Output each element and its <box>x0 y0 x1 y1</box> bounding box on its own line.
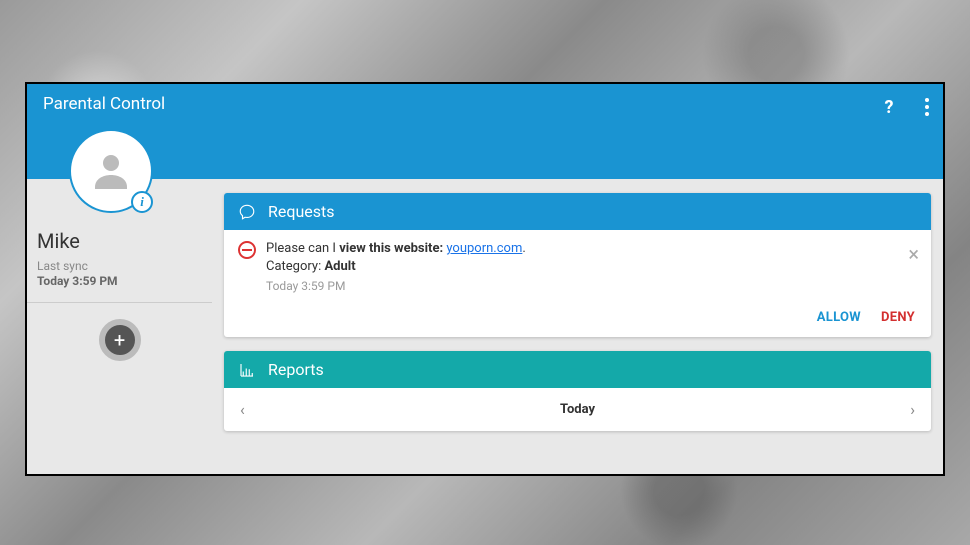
sync-label: Last sync <box>37 259 202 273</box>
request-item: Please can I view this website: youporn.… <box>238 240 917 294</box>
block-icon <box>238 241 256 259</box>
chart-icon <box>238 361 256 379</box>
request-body: Please can I view this website: youporn.… <box>224 230 931 304</box>
request-prefix: Please can I <box>266 241 339 256</box>
deny-button[interactable]: DENY <box>881 310 915 325</box>
requests-card: Requests Please can I view this website:… <box>224 193 931 337</box>
reports-current-label: Today <box>560 402 595 417</box>
reports-title: Reports <box>268 360 324 379</box>
category-value: Adult <box>324 259 355 274</box>
request-suffix: . <box>522 241 525 256</box>
avatar[interactable]: i <box>69 129 153 213</box>
requests-title: Requests <box>268 202 335 221</box>
add-button-container: + <box>27 303 212 377</box>
category-label: Category: <box>266 259 324 274</box>
allow-button[interactable]: ALLOW <box>817 310 861 325</box>
profile-name: Mike <box>37 229 202 253</box>
info-badge-icon[interactable]: i <box>131 191 153 213</box>
sidebar: i Mike Last sync Today 3:59 PM + <box>27 179 212 474</box>
header-actions: ? <box>879 94 933 120</box>
chevron-right-icon[interactable]: › <box>910 400 915 419</box>
app-header: Parental Control ? <box>27 84 943 179</box>
reports-card: Reports ‹ Today › <box>224 351 931 431</box>
more-icon[interactable] <box>921 94 933 120</box>
reports-nav: ‹ Today › <box>224 388 931 431</box>
request-text: Please can I view this website: youporn.… <box>266 240 526 294</box>
request-action: view this website: <box>339 241 446 256</box>
close-icon[interactable]: × <box>908 244 919 264</box>
main-content: Requests Please can I view this website:… <box>212 179 943 474</box>
requests-header: Requests <box>224 193 931 230</box>
app-title: Parental Control <box>43 94 927 114</box>
reports-header: Reports <box>224 351 931 388</box>
app-body: i Mike Last sync Today 3:59 PM + <box>27 179 943 474</box>
avatar-container: i <box>69 129 153 213</box>
app-window: Parental Control ? i Mike Last sync <box>25 82 945 476</box>
person-icon <box>87 147 135 195</box>
request-time: Today 3:59 PM <box>266 278 526 294</box>
help-icon[interactable]: ? <box>879 97 899 117</box>
sync-time: Today 3:59 PM <box>37 274 202 288</box>
plus-icon: + <box>114 328 125 352</box>
add-button[interactable]: + <box>99 319 141 361</box>
chat-icon <box>238 203 256 221</box>
chevron-left-icon[interactable]: ‹ <box>240 400 245 419</box>
request-actions: ALLOW DENY <box>224 304 931 337</box>
request-url-link[interactable]: youporn.com <box>446 241 522 256</box>
